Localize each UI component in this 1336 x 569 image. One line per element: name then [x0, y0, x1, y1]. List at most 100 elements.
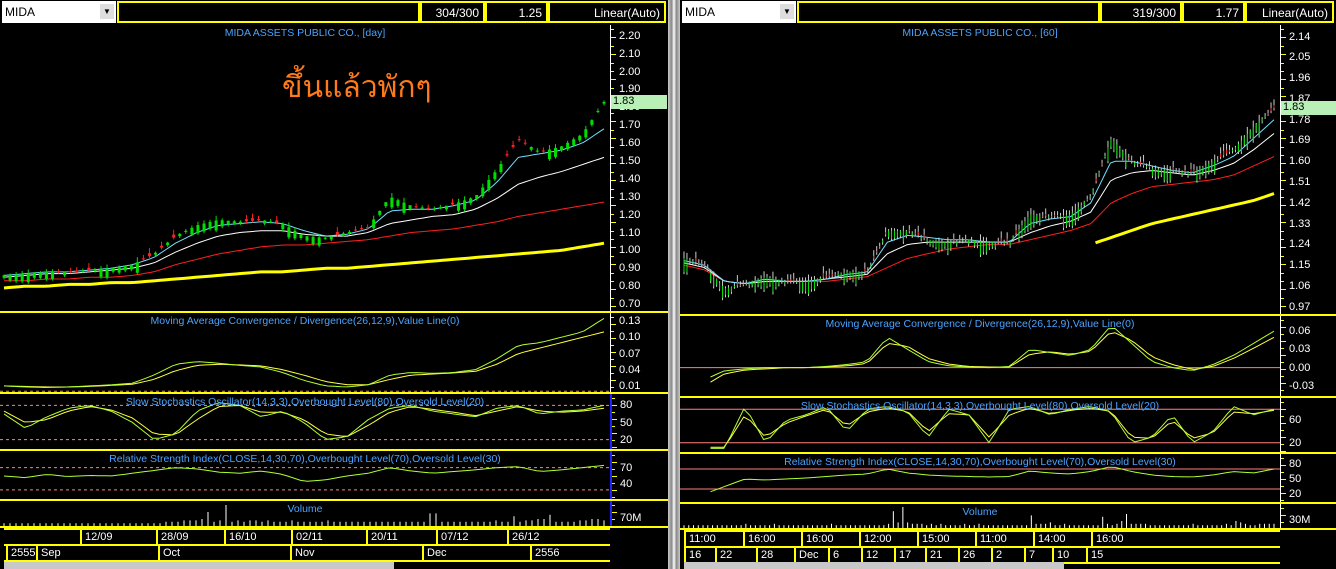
- volume-pane[interactable]: Volume 70M: [0, 501, 668, 528]
- stoch-y-axis[interactable]: 60 20: [1280, 398, 1336, 452]
- tick-mark: [612, 483, 615, 484]
- y-tick-label: 30M: [1289, 514, 1311, 526]
- tick-mark: [611, 380, 616, 381]
- stoch-y-axis[interactable]: 80 50 20: [610, 394, 668, 449]
- date-axis[interactable]: 2555 Sep Oct Nov Dec 2556: [4, 544, 610, 562]
- candle-body: [870, 264, 872, 267]
- candle-body: [432, 208, 436, 210]
- y-tick-label: 1.40: [619, 172, 641, 185]
- candle-body: [988, 242, 990, 248]
- y-tick-label: 60: [1289, 414, 1302, 427]
- panel-splitter[interactable]: [668, 0, 680, 569]
- candle-body: [1119, 147, 1121, 156]
- candle-body: [1240, 140, 1242, 152]
- rsi-y-axis[interactable]: 80 50 20: [1280, 454, 1336, 502]
- candle-body: [861, 272, 863, 278]
- tick-mark: [611, 331, 614, 332]
- time-label: 20/11: [366, 530, 398, 544]
- candle-body: [1006, 238, 1008, 243]
- candle-body: [926, 239, 928, 243]
- candle-body: [1000, 237, 1002, 243]
- tick-mark: [612, 469, 615, 470]
- candle-body: [1146, 166, 1148, 168]
- y-tick-label: 1.96: [1289, 72, 1311, 85]
- price-y-axis[interactable]: 2.14 2.05 1.96 1.87 1.78 1.69 1.60 1.51 1.42 1.33…: [1280, 25, 1336, 316]
- candle-body: [541, 150, 545, 152]
- stoch-pane[interactable]: Slow Stochastics Oscillator(14,3,3),Over…: [0, 394, 668, 451]
- candle-body: [1255, 124, 1257, 131]
- volume-y-axis[interactable]: 30M: [1280, 504, 1336, 530]
- tick-mark: [611, 171, 614, 173]
- macd-y-axis[interactable]: 0.13 0.10 0.07 0.04 0.01: [610, 313, 668, 392]
- date-label: 2555: [6, 546, 35, 560]
- y-tick-label: 70: [620, 461, 633, 474]
- candle-body: [408, 205, 412, 209]
- candle-body: [1175, 170, 1177, 172]
- candle-body: [275, 220, 279, 223]
- candle-body: [805, 281, 807, 292]
- volume-y-axis[interactable]: 70M: [610, 501, 668, 527]
- rsi-y-axis[interactable]: 70 40: [610, 451, 668, 499]
- candle-body: [572, 139, 576, 146]
- time-label: 16/10: [224, 530, 257, 544]
- candle-body: [716, 279, 718, 285]
- candle-body: [867, 270, 869, 272]
- macd-pane[interactable]: Moving Average Convergence / Divergence(…: [0, 313, 668, 394]
- symbol-dropdown[interactable]: MIDA ▼: [2, 1, 116, 23]
- tick-mark: [1281, 205, 1286, 207]
- header-scale-mode[interactable]: Linear(Auto): [1245, 1, 1334, 23]
- macd-y-axis[interactable]: 0.06 0.03 0.00 -0.03: [1280, 316, 1336, 398]
- stoch-pane[interactable]: Slow Stochastics Oscillator(14,3,3),Over…: [680, 398, 1336, 454]
- candle-body: [698, 262, 700, 264]
- price-pane[interactable]: MIDA ASSETS PUBLIC CO., [60] 2.14 2.05 1.96…: [680, 25, 1336, 316]
- candle-body: [141, 258, 145, 260]
- header-scale-mode[interactable]: Linear(Auto): [548, 1, 666, 23]
- tick-mark: [612, 412, 615, 413]
- candle-body: [1113, 141, 1115, 150]
- symbol-dropdown[interactable]: MIDA ▼: [682, 1, 796, 23]
- candle-body: [707, 268, 709, 270]
- rsi-pane[interactable]: Relative Strength Index(CLOSE,14,30,70),…: [680, 454, 1336, 504]
- price-y-axis[interactable]: 2.202.102.001.901.801.701.601.501.401.30…: [610, 25, 668, 311]
- candle-body: [1027, 217, 1029, 230]
- stoch-signal-line: [3, 404, 605, 437]
- candle-body: [855, 272, 857, 285]
- candle-body: [864, 268, 866, 273]
- chevron-down-icon[interactable]: ▼: [100, 4, 114, 19]
- candle-body: [1148, 165, 1150, 168]
- y-tick-label: 50: [1289, 473, 1302, 485]
- y-tick-label: 1.24: [1289, 238, 1311, 251]
- y-tick-label: 0.90: [619, 262, 641, 275]
- candle-body: [725, 288, 727, 296]
- candle-body: [87, 267, 91, 271]
- candle-body: [135, 262, 139, 273]
- date-label: Dec: [422, 546, 447, 560]
- tick-mark: [612, 462, 617, 463]
- horizontal-scrollbar[interactable]: [4, 562, 394, 569]
- tick-mark: [611, 54, 616, 56]
- tick-mark: [612, 398, 615, 399]
- y-tick-label: 1.00: [619, 244, 641, 257]
- y-tick-label: 1.50: [619, 154, 641, 167]
- chevron-down-icon[interactable]: ▼: [780, 4, 794, 19]
- candle-body: [1264, 116, 1266, 118]
- candle-body: [323, 237, 327, 239]
- candle-body: [730, 286, 732, 292]
- candle-body: [1045, 213, 1047, 217]
- macd-pane[interactable]: Moving Average Convergence / Divergence(…: [680, 316, 1336, 398]
- candle-body: [402, 202, 406, 213]
- tick-mark: [611, 352, 616, 353]
- candle-body: [372, 219, 376, 229]
- tick-mark: [611, 272, 614, 274]
- candle-body: [238, 221, 242, 224]
- tick-mark: [1281, 188, 1284, 190]
- candle-body: [1060, 215, 1062, 217]
- volume-pane[interactable]: Volume 30M: [680, 504, 1336, 530]
- time-axis[interactable]: 12/09 28/09 16/10 02/11 20/11 07/12 26/12: [4, 528, 610, 544]
- candle-body: [463, 200, 467, 210]
- rsi-pane[interactable]: Relative Strength Index(CLOSE,14,30,70),…: [0, 451, 668, 501]
- horizontal-scrollbar[interactable]: [684, 562, 1064, 569]
- candle-body: [1012, 237, 1014, 240]
- time-axis[interactable]: 11:00 16:00 16:00 12:00 15:00 11:00 14:00 16:00: [684, 530, 1280, 546]
- candle-body: [523, 142, 527, 144]
